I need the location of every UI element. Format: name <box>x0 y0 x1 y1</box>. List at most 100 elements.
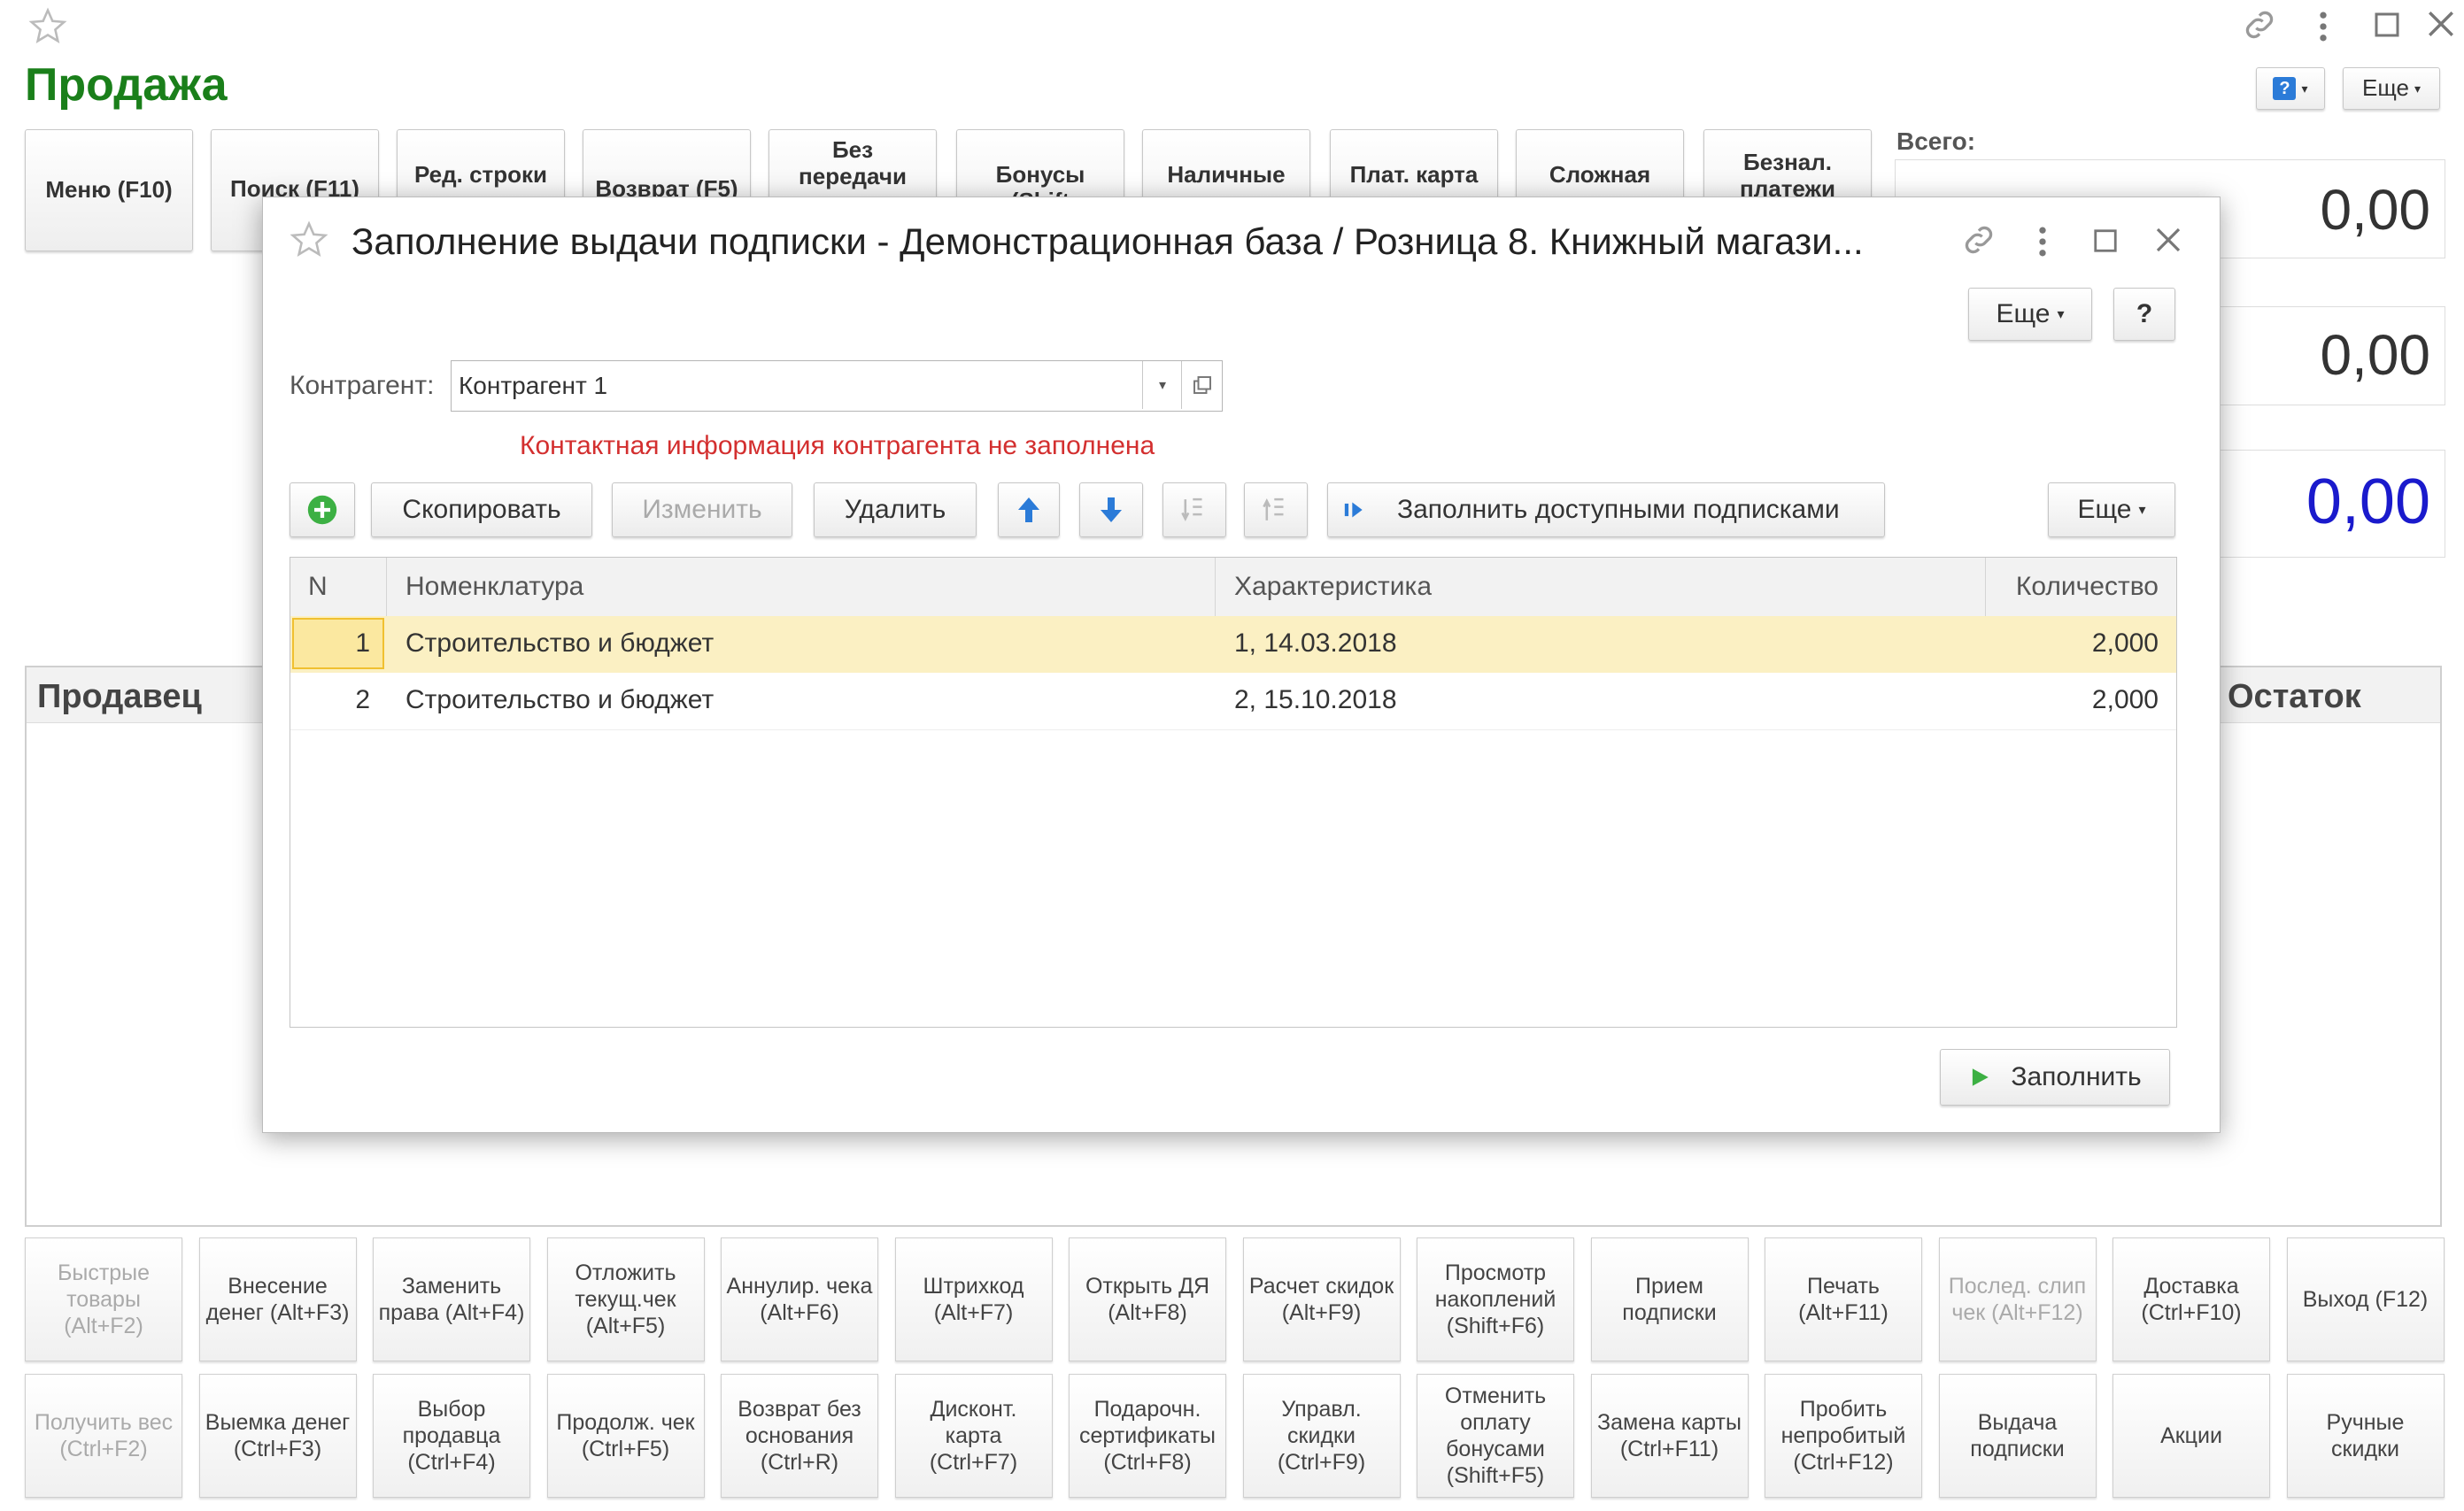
function-key-button[interactable]: Заменить права (Alt+F4) <box>373 1237 530 1361</box>
copy-label: Скопировать <box>402 495 561 524</box>
seller-header: Продавец <box>37 678 202 715</box>
fill-subscription-dialog: Заполнение выдачи подписки - Демонстраци… <box>262 197 2221 1133</box>
function-key-label: Быстрые товары (Alt+F2) <box>57 1260 151 1338</box>
function-key-label: Послед. слип чек (Alt+F12) <box>1948 1274 2087 1325</box>
counterparty-field[interactable]: Контрагент 1 ▾ <box>451 360 1223 412</box>
row-quantity: 2,000 <box>2091 685 2159 714</box>
counterparty-dropdown-button[interactable]: ▾ <box>1142 361 1182 409</box>
function-key-button[interactable]: Пробить непробитый (Ctrl+F12) <box>1765 1374 1922 1498</box>
function-key-label: Возврат без основания (Ctrl+R) <box>738 1397 861 1475</box>
function-key-button[interactable]: Открыть ДЯ (Alt+F8) <box>1069 1237 1226 1361</box>
kebab-menu-icon[interactable] <box>2313 7 2334 46</box>
chevron-down-icon: ▾ <box>2301 81 2308 96</box>
table-more-label: Еще <box>2077 495 2132 524</box>
function-key-button[interactable]: Отменить оплату бонусами (Shift+F5) <box>1417 1374 1574 1498</box>
edit-label: Изменить <box>642 495 762 524</box>
function-key-button[interactable]: Штрихкод (Alt+F7) <box>894 1237 1053 1361</box>
column-divider <box>1985 558 1986 616</box>
function-key-button[interactable]: Выдача подписки <box>1938 1374 2097 1498</box>
function-key-label: Аннулир. чека (Alt+F6) <box>726 1274 873 1325</box>
dialog-title: Заполнение выдачи подписки - Демонстраци… <box>351 220 1864 262</box>
add-row-button[interactable] <box>290 482 355 537</box>
function-key-button[interactable]: Просмотр накоплений (Shift+F6) <box>1417 1237 1574 1361</box>
fill-available-button[interactable]: Заполнить доступными подписками <box>1327 482 1885 537</box>
close-icon[interactable] <box>2426 9 2456 39</box>
fill-available-label: Заполнить доступными подписками <box>1397 495 1840 524</box>
function-key-button[interactable]: Внесение денег (Alt+F3) <box>198 1237 357 1361</box>
function-key-button[interactable]: Акции <box>2113 1374 2270 1498</box>
function-key-button[interactable]: Аннулир. чека (Alt+F6) <box>721 1237 878 1361</box>
function-key-button[interactable]: Дисконт. карта (Ctrl+F7) <box>894 1374 1053 1498</box>
move-down-button[interactable] <box>1079 482 1143 537</box>
delete-button[interactable]: Удалить <box>814 482 977 537</box>
function-key-button[interactable]: Управл. скидки (Ctrl+F9) <box>1242 1374 1401 1498</box>
function-key-button[interactable]: Выход (F12) <box>2286 1237 2445 1361</box>
move-up-button[interactable] <box>998 482 1060 537</box>
function-key-button[interactable]: Выемка денег (Ctrl+F3) <box>198 1374 357 1498</box>
column-item[interactable]: Номенклатура <box>406 572 583 602</box>
counterparty-open-button[interactable] <box>1181 361 1223 409</box>
chevron-down-icon: ▾ <box>2057 307 2065 322</box>
counterparty-label: Контрагент: <box>290 371 435 400</box>
function-key-label: Ручные скидки <box>2326 1410 2405 1461</box>
table-header: N Номенклатура Характеристика Количество <box>290 558 2176 617</box>
dialog-more-button[interactable]: Еще ▾ <box>1968 288 2092 341</box>
function-key-button[interactable]: Выбор продавца (Ctrl+F4) <box>373 1374 530 1498</box>
favorite-star-icon[interactable] <box>28 7 67 46</box>
table-row[interactable]: 1 Строительство и бюджет 1, 14.03.2018 2… <box>290 616 2176 673</box>
dialog-help-label: ? <box>2136 299 2153 328</box>
function-key-label: Выбор продавца (Ctrl+F4) <box>402 1397 501 1475</box>
more-button-label: Еще <box>2362 74 2409 102</box>
sort-ascending-button[interactable] <box>1162 482 1226 537</box>
fill-button-label: Заполнить <box>2011 1062 2142 1091</box>
function-key-label: Дисконт. карта (Ctrl+F7) <box>929 1397 1018 1475</box>
edit-row-button-label: Ред. строки <box>413 161 548 188</box>
edit-button[interactable]: Изменить <box>612 482 792 537</box>
column-characteristic[interactable]: Характеристика <box>1234 572 1432 602</box>
column-divider <box>386 558 387 616</box>
row-quantity: 2,000 <box>2091 628 2159 658</box>
function-key-button[interactable]: Подарочн. сертификаты (Ctrl+F8) <box>1069 1374 1226 1498</box>
table-row[interactable]: 2 Строительство и бюджет 2, 15.10.2018 2… <box>290 673 2176 730</box>
menu-button[interactable]: Меню (F10) <box>25 129 193 251</box>
column-n[interactable]: N <box>308 572 328 602</box>
dialog-link-icon[interactable] <box>1959 220 1998 259</box>
dialog-help-button[interactable]: ? <box>2113 288 2175 341</box>
dialog-more-label: Еще <box>1996 299 2051 328</box>
table-more-button[interactable]: Еще ▾ <box>2048 482 2175 537</box>
column-quantity[interactable]: Количество <box>2016 572 2159 602</box>
function-key-button[interactable]: Доставка (Ctrl+F10) <box>2113 1237 2270 1361</box>
function-key-label: Прием подписки <box>1622 1274 1717 1325</box>
function-key-label: Отменить оплату бонусами (Shift+F5) <box>1444 1384 1547 1488</box>
cashless-button-label: Безнал. платежи <box>1740 149 1835 202</box>
dialog-maximize-icon[interactable] <box>2092 227 2119 254</box>
no-transfer-button-label: Без передачи <box>799 136 907 189</box>
menu-button-label: Меню (F10) <box>45 176 173 204</box>
function-key-label: Подарочн. сертификаты (Ctrl+F8) <box>1079 1397 1216 1475</box>
function-key-button[interactable]: Получить вес (Ctrl+F2) <box>25 1374 182 1498</box>
more-button[interactable]: Еще ▾ <box>2343 67 2440 110</box>
help-button[interactable]: ? ▾ <box>2256 67 2325 110</box>
function-key-button[interactable]: Расчет скидок (Alt+F9) <box>1242 1237 1401 1361</box>
function-key-button[interactable]: Быстрые товары (Alt+F2) <box>25 1237 182 1361</box>
function-key-button[interactable]: Печать (Alt+F11) <box>1765 1237 1922 1361</box>
sort-descending-button[interactable] <box>1244 482 1308 537</box>
function-key-button[interactable]: Замена карты (Ctrl+F11) <box>1590 1374 1749 1498</box>
function-key-button[interactable]: Продолж. чек (Ctrl+F5) <box>546 1374 705 1498</box>
dialog-close-icon[interactable] <box>2154 226 2182 254</box>
function-key-button[interactable]: Прием подписки <box>1590 1237 1749 1361</box>
dialog-kebab-menu-icon[interactable] <box>2032 222 2053 261</box>
counterparty-value: Контрагент 1 <box>459 372 608 399</box>
function-key-button[interactable]: Возврат без основания (Ctrl+R) <box>721 1374 878 1498</box>
fill-button[interactable]: Заполнить <box>1940 1049 2170 1106</box>
card-payment-button-label: Плат. карта <box>1349 161 1479 188</box>
function-key-label: Просмотр накоплений (Shift+F6) <box>1434 1260 1556 1338</box>
function-key-button[interactable]: Ручные скидки <box>2286 1374 2445 1498</box>
maximize-icon[interactable] <box>2373 11 2401 39</box>
function-key-label: Получить вес (Ctrl+F2) <box>34 1410 174 1461</box>
function-key-button[interactable]: Послед. слип чек (Alt+F12) <box>1938 1237 2097 1361</box>
copy-button[interactable]: Скопировать <box>371 482 592 537</box>
link-icon[interactable] <box>2240 5 2279 44</box>
dialog-favorite-star-icon[interactable] <box>290 220 328 259</box>
function-key-button[interactable]: Отложить текущ.чек (Alt+F5) <box>546 1237 705 1361</box>
